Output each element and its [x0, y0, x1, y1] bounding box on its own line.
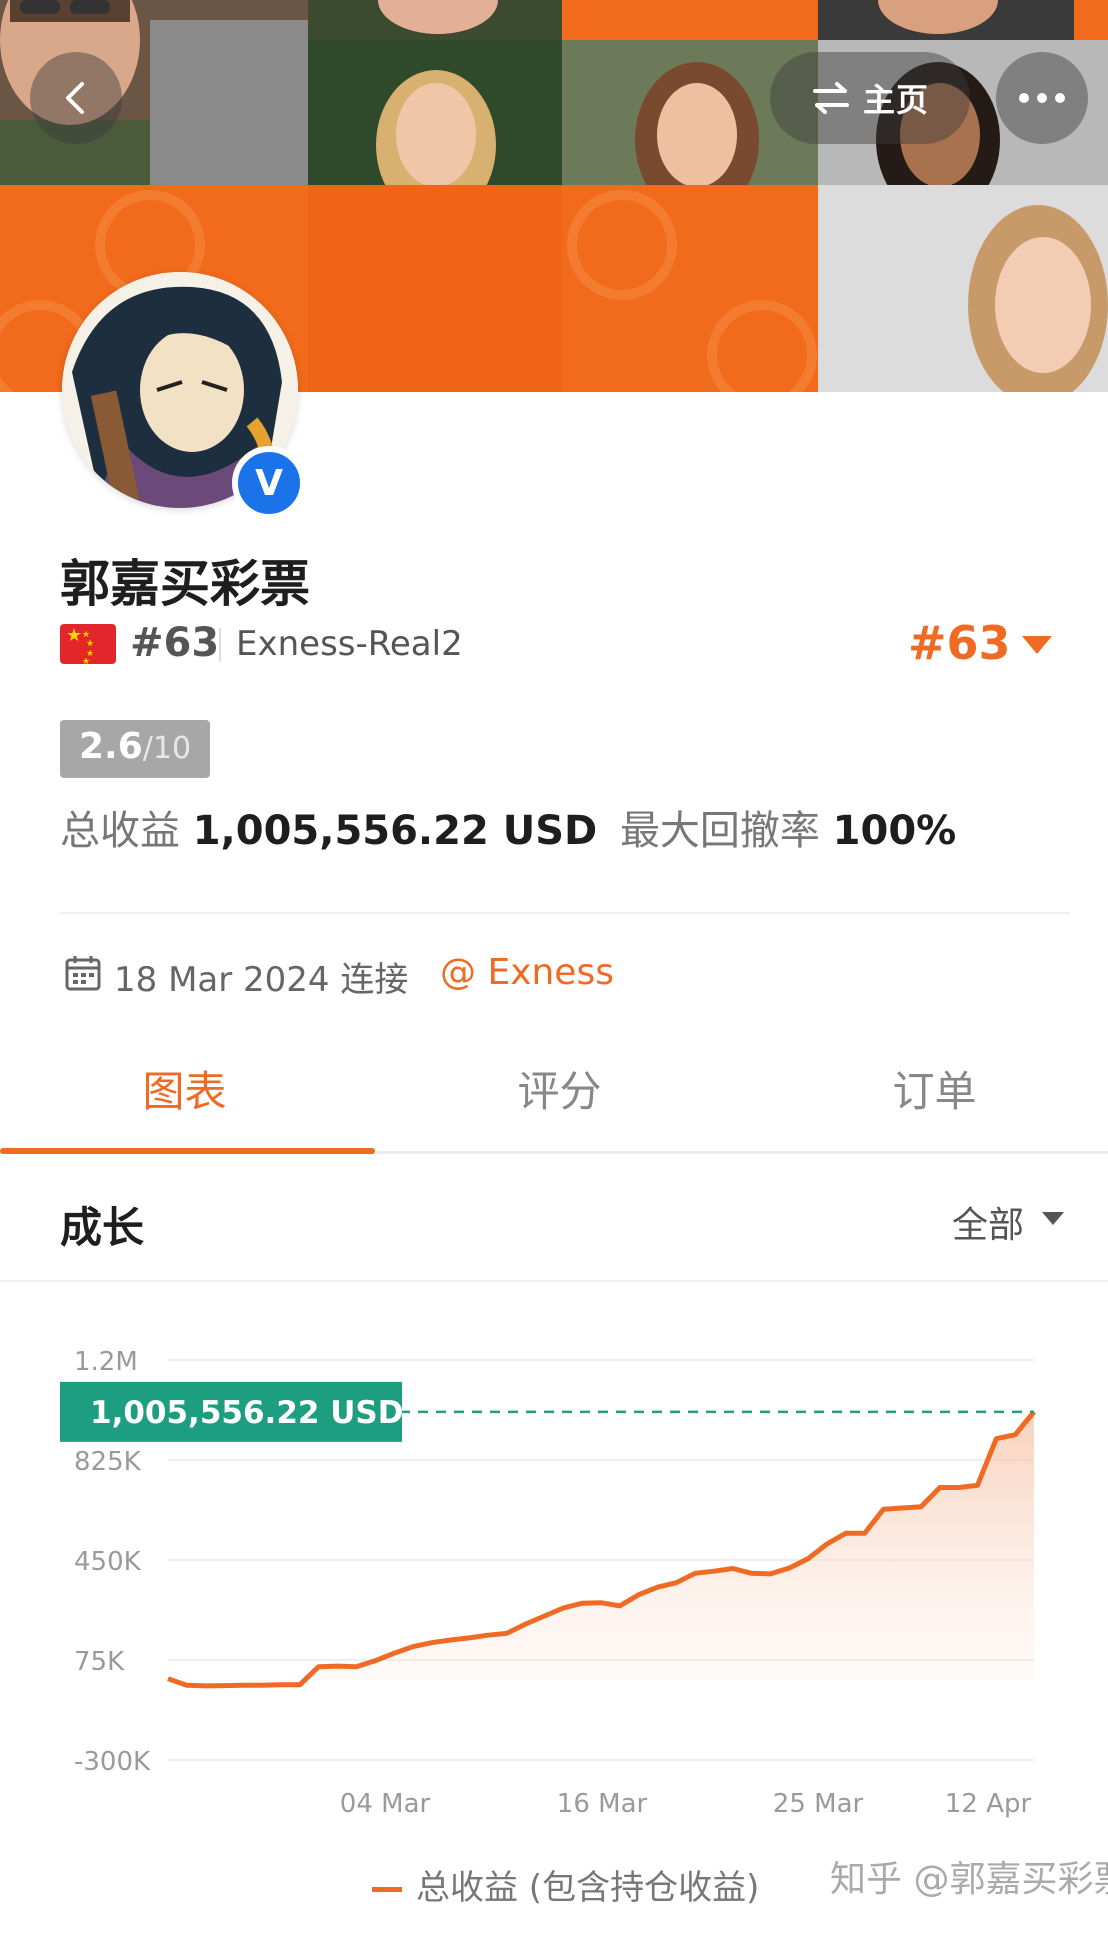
divider [219, 628, 221, 662]
more-icon [1019, 93, 1065, 103]
x-tick-label: 04 Mar [340, 1789, 431, 1819]
home-button[interactable]: 主页 [770, 52, 970, 144]
series-area [168, 1411, 1034, 1686]
x-tick-label: 12 Apr [945, 1789, 1032, 1819]
broker-link[interactable]: @ Exness [440, 952, 614, 993]
divider [60, 912, 1070, 914]
max-drawdown-label: 最大回撤率 [619, 808, 820, 854]
user-name: 郭嘉买彩票 [60, 555, 310, 613]
x-tick-label: 16 Mar [557, 1789, 648, 1819]
score-badge: 2.6/10 [60, 720, 210, 778]
connected-date: 18 Mar 2024 连接 [114, 960, 409, 1000]
max-drawdown-value: 100% [832, 808, 957, 854]
banner-orange-top-edge [1074, 0, 1108, 40]
watermark: 知乎 @郭嘉买彩票 [830, 1859, 1108, 1900]
banner-orange-2 [308, 185, 562, 392]
swap-icon [812, 82, 849, 114]
x-axis: 04 Mar 16 Mar 25 Mar 12 Apr [340, 1789, 1032, 1819]
banner-photo-top4 [818, 0, 1074, 40]
back-button[interactable] [30, 52, 122, 144]
legend-label: 总收益 (包含持仓收益) [416, 1868, 760, 1908]
section-title: 成长 [60, 1203, 145, 1252]
y-tick-label: 75K [74, 1647, 125, 1677]
calendar-icon [65, 956, 101, 991]
caret-down-icon[interactable] [1042, 1212, 1064, 1225]
score-max: /10 [142, 731, 192, 766]
range-filter[interactable]: 全部 [952, 1196, 1024, 1248]
growth-chart[interactable]: 1.2M 825K 450K 75K -300K 04 Mar 16 Mar 25 Mar 1… [0, 1300, 1108, 1820]
caret-down-icon[interactable] [1022, 636, 1052, 654]
legend-swatch [372, 1887, 402, 1892]
account-name: Exness-Real2 [236, 624, 463, 664]
banner-photo-woman4 [818, 185, 1108, 392]
y-tick-label: 825K [74, 1447, 142, 1477]
banner-photo-top2 [308, 0, 562, 40]
tab-bar: 图表 评分 订单 [0, 1040, 1108, 1154]
total-profit-value: 1,005,556.22 USD [192, 808, 598, 854]
screen: 主页 V 郭嘉买彩票 ★ ★ ★ ★ ★ #63 Exness-Real2 #63 2.… [0, 0, 1108, 1934]
divider [0, 1280, 1108, 1282]
verified-badge: V [232, 446, 306, 520]
more-button[interactable] [996, 52, 1088, 144]
home-label: 主页 [862, 81, 929, 119]
current-value-label: 1,005,556.22 USD [90, 1395, 403, 1431]
banner-orange-3 [562, 185, 818, 392]
rank-badge: #63 [130, 620, 220, 666]
banner-orange-top [562, 0, 818, 40]
china-flag-icon: ★ ★ ★ ★ ★ [60, 624, 116, 667]
y-tick-label: 450K [74, 1547, 142, 1577]
banner-photo-woman1 [308, 40, 562, 185]
score-value: 2.6 [78, 726, 143, 767]
y-tick-label: -300K [74, 1747, 151, 1777]
tab-orders[interactable]: 订单 [750, 1058, 1108, 1119]
rank-display[interactable]: #63 [908, 616, 1011, 670]
x-tick-label: 25 Mar [773, 1789, 864, 1819]
tab-chart[interactable]: 图表 [0, 1058, 369, 1119]
y-tick-label: 1.2M [74, 1347, 138, 1377]
stats-line: 总收益 1,005,556.22 USD 最大回撤率 100% [60, 798, 956, 856]
chevron-left-icon [66, 82, 84, 114]
active-tab-indicator [0, 1148, 375, 1154]
total-profit-label: 总收益 [60, 808, 180, 854]
tab-rating[interactable]: 评分 [375, 1058, 744, 1119]
chart-legend: 总收益 (包含持仓收益) [372, 1860, 759, 1909]
